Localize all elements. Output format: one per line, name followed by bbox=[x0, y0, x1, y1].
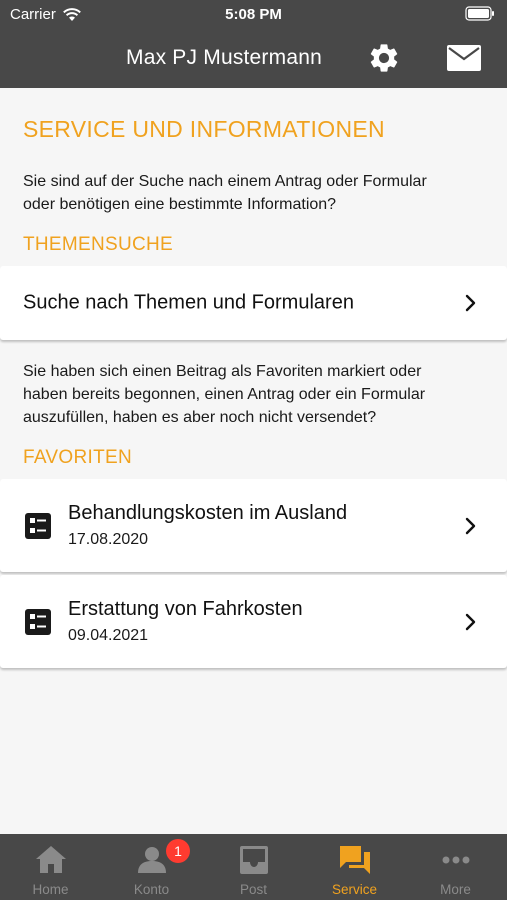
chevron-right-icon bbox=[465, 613, 476, 630]
section-title: SERVICE UND INFORMATIONEN bbox=[23, 116, 385, 142]
favorite-item[interactable]: Behandlungskosten im Ausland 17.08.2020 bbox=[0, 479, 507, 572]
mail-button[interactable] bbox=[444, 38, 484, 78]
themensuche-heading: THEMENSUCHE bbox=[23, 234, 174, 255]
tab-post-label: Post bbox=[239, 882, 267, 897]
inbox-icon bbox=[239, 846, 268, 874]
tab-home[interactable]: Home bbox=[0, 834, 101, 900]
favorite-date: 17.08.2020 bbox=[68, 531, 149, 548]
mail-icon bbox=[447, 45, 481, 71]
search-topics-label: Suche nach Themen und Formularen bbox=[23, 291, 354, 314]
form-icon bbox=[25, 608, 51, 635]
favorites-intro-text: Sie haben sich einen Beitrag als Favorit… bbox=[23, 360, 487, 429]
form-icon bbox=[25, 512, 51, 539]
intro-line-2: oder benötigen eine bestimmte Informatio… bbox=[23, 196, 337, 213]
more-icon bbox=[442, 856, 469, 864]
tab-post[interactable]: Post bbox=[203, 834, 304, 900]
battery-icon bbox=[465, 6, 495, 25]
page-title: Max PJ Mustermann bbox=[126, 46, 322, 69]
settings-button[interactable] bbox=[364, 38, 404, 78]
chat-icon bbox=[339, 846, 370, 874]
favoriten-heading: FAVORITEN bbox=[23, 447, 132, 468]
favorite-title: Behandlungskosten im Ausland bbox=[68, 502, 348, 524]
tab-service-label: Service bbox=[331, 882, 377, 897]
tab-konto-label: Konto bbox=[133, 882, 170, 897]
person-icon bbox=[137, 847, 166, 873]
tab-bar: Home Konto Post Service More bbox=[0, 834, 507, 900]
tab-service[interactable]: Service bbox=[304, 834, 405, 900]
chevron-right-icon bbox=[465, 517, 476, 534]
top-bar: Carrier 5:08 PM Max PJ Mustermann bbox=[0, 0, 507, 88]
fav-intro-line-3: auszufüllen, haben es aber noch nicht ve… bbox=[23, 409, 377, 426]
status-time: 5:08 PM bbox=[225, 6, 282, 23]
search-topics-card[interactable]: Suche nach Themen und Formularen bbox=[0, 266, 507, 340]
favorite-title: Erstattung von Fahrkosten bbox=[68, 598, 303, 620]
fav-intro-line-2: haben bereits begonnen, einen Antrag ode… bbox=[23, 386, 426, 403]
tab-more-label: More bbox=[440, 882, 471, 897]
notification-badge: 1 bbox=[166, 839, 190, 863]
chevron-right-icon bbox=[465, 294, 476, 312]
home-icon bbox=[35, 846, 66, 873]
intro-text: Sie sind auf der Suche nach einem Antrag… bbox=[23, 170, 487, 216]
favorite-date: 09.04.2021 bbox=[68, 627, 149, 644]
status-bar: Carrier 5:08 PM bbox=[0, 0, 507, 30]
gear-icon bbox=[370, 44, 398, 72]
tab-more[interactable]: More bbox=[405, 834, 506, 900]
fav-intro-line-1: Sie haben sich einen Beitrag als Favorit… bbox=[23, 363, 422, 380]
intro-line-1: Sie sind auf der Suche nach einem Antrag… bbox=[23, 173, 427, 190]
tab-home-label: Home bbox=[32, 882, 69, 897]
favorite-item[interactable]: Erstattung von Fahrkosten 09.04.2021 bbox=[0, 575, 507, 668]
